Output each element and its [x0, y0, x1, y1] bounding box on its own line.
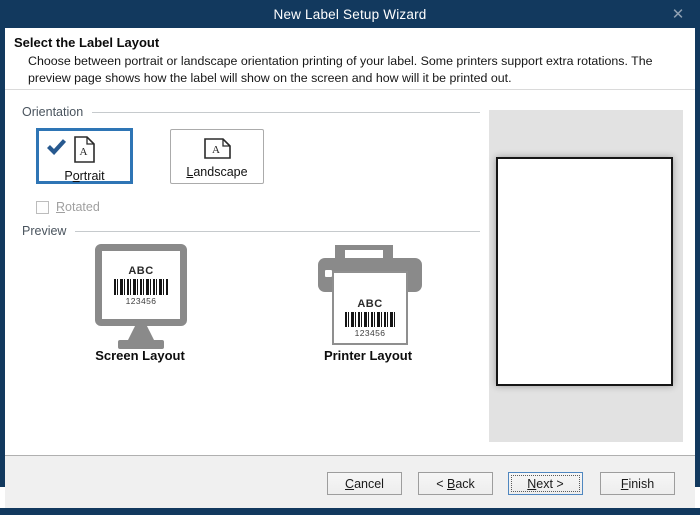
next-button[interactable]: Next > [508, 472, 583, 495]
group-divider [92, 112, 480, 113]
monitor-stand [128, 326, 154, 340]
barcode-icon [345, 312, 395, 327]
portrait-page-icon: A [74, 136, 95, 168]
barcode-icon [114, 279, 168, 295]
new-label-setup-wizard-dialog: New Label Setup Wizard ✕ Select the Labe… [0, 0, 700, 515]
rotated-checkbox-row: Rotated [36, 200, 100, 214]
wizard-footer: Cancel < Back Next > Finish [5, 455, 695, 508]
wizard-header: Select the Label Layout Choose between p… [5, 28, 695, 90]
wizard-body: Orientation A Portrait [5, 90, 695, 455]
back-button[interactable]: < Back [418, 472, 493, 495]
svg-text:A: A [212, 144, 220, 156]
printer-indicator-light [325, 270, 332, 277]
printer-paper: ABC 123456 [332, 271, 408, 345]
titlebar: New Label Setup Wizard [0, 0, 700, 28]
portrait-option-label: Portrait [64, 169, 104, 183]
printer-layout-caption: Printer Layout [303, 348, 433, 448]
screen-layout-caption: Screen Layout [75, 348, 205, 363]
landscape-page-icon: A [204, 138, 231, 164]
page-title: Select the Label Layout [14, 35, 159, 50]
landscape-option-button[interactable]: A Landscape [170, 129, 264, 184]
printer-layout-icon: ABC 123456 [318, 245, 422, 345]
printer-slot [345, 250, 383, 258]
close-icon[interactable]: ✕ [666, 0, 690, 28]
sample-label-text: ABC [128, 265, 153, 277]
window-border-bottom [0, 508, 700, 515]
cancel-button[interactable]: Cancel [327, 472, 402, 495]
sample-label-code: 123456 [355, 329, 386, 338]
landscape-option-label: Landscape [186, 165, 247, 179]
rotated-checkbox [36, 201, 49, 214]
finish-button[interactable]: Finish [600, 472, 675, 495]
page-preview-panel [489, 110, 683, 442]
selected-checkmark-icon [46, 138, 67, 160]
monitor-screen: ABC 123456 [95, 244, 187, 326]
sample-label-text: ABC [357, 298, 382, 310]
screen-layout-icon: ABC 123456 [95, 244, 187, 349]
sample-label-code: 123456 [126, 297, 157, 306]
group-divider [75, 231, 480, 232]
orientation-group-header: Orientation [22, 105, 480, 119]
window-border-right [695, 0, 700, 487]
rotated-checkbox-label: Rotated [56, 200, 100, 214]
portrait-page-preview [496, 157, 673, 386]
preview-group-header: Preview [22, 224, 480, 238]
page-description: Choose between portrait or landscape ori… [28, 53, 686, 86]
portrait-option-button[interactable]: A Portrait [36, 128, 133, 184]
orientation-group-label: Orientation [22, 105, 83, 119]
window-title: New Label Setup Wizard [274, 7, 427, 22]
preview-group-label: Preview [22, 224, 66, 238]
svg-text:A: A [80, 146, 88, 158]
